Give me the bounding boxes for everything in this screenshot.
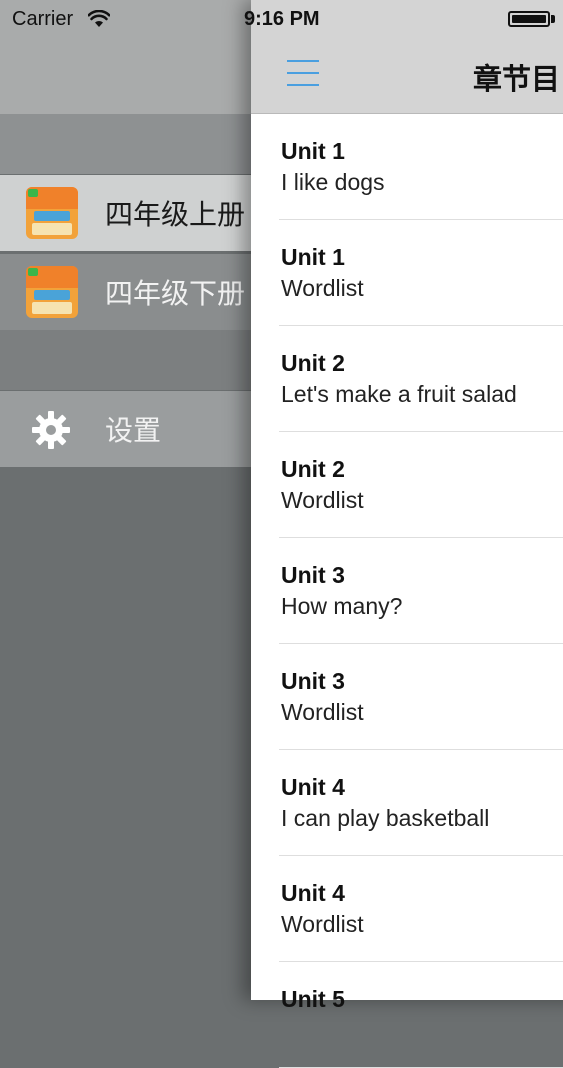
list-item[interactable]: Unit 4 I can play basketball — [279, 750, 563, 856]
unit-label: Unit 2 — [281, 350, 345, 376]
unit-label: Unit 4 — [281, 880, 345, 906]
hamburger-menu-icon[interactable] — [287, 60, 319, 86]
chapter-title: Wordlist — [281, 699, 364, 725]
drawer-item-label: 设置 — [105, 415, 162, 446]
unit-label: Unit 2 — [281, 456, 345, 482]
chapter-title: Let's make a fruit salad — [281, 381, 517, 407]
list-item[interactable]: Unit 3 Wordlist — [279, 644, 563, 750]
drawer-item-label: 四年级上册 — [105, 199, 246, 230]
textbook-cover-icon — [26, 187, 78, 239]
chapter-panel: 章节目 Unit 1 I like dogs Unit 1 Wordlist U… — [251, 0, 563, 1068]
chapter-title: How many? — [281, 593, 403, 619]
battery-tip — [551, 15, 555, 23]
drawer-item-label: 四年级下册 — [105, 278, 246, 309]
list-item[interactable]: Unit 1 Wordlist — [279, 220, 563, 326]
list-item[interactable]: Unit 4 Wordlist — [279, 856, 563, 962]
list-item[interactable]: Unit 2 Wordlist — [279, 432, 563, 538]
textbook-cover-icon — [26, 266, 78, 318]
chapter-list: Unit 1 I like dogs Unit 1 Wordlist Unit … — [251, 114, 563, 1068]
list-item[interactable]: Unit 3 How many? — [279, 538, 563, 644]
wifi-icon — [88, 10, 110, 27]
unit-label: Unit 3 — [281, 668, 345, 694]
chapter-title: I like dogs — [281, 169, 385, 195]
unit-label: Unit 4 — [281, 774, 345, 800]
unit-label: Unit 1 — [281, 244, 345, 270]
list-item[interactable]: Unit 2 Let's make a fruit salad — [279, 326, 563, 432]
chapter-title: I can play basketball — [281, 805, 490, 831]
list-item[interactable]: Unit 5 — [279, 962, 563, 1068]
list-item[interactable]: Unit 1 I like dogs — [279, 114, 563, 220]
unit-label: Unit 1 — [281, 138, 345, 164]
unit-label: Unit 3 — [281, 562, 345, 588]
clock: 9:16 PM — [244, 8, 320, 30]
page-title: 章节目 — [473, 64, 561, 96]
chapter-title: Wordlist — [281, 275, 364, 301]
chapter-title: Wordlist — [281, 911, 364, 937]
status-bar: Carrier 9:16 PM — [0, 0, 563, 40]
chapter-title: Wordlist — [281, 487, 364, 513]
carrier-label: Carrier — [12, 8, 74, 30]
gear-icon — [32, 411, 70, 449]
battery-icon — [508, 11, 550, 27]
